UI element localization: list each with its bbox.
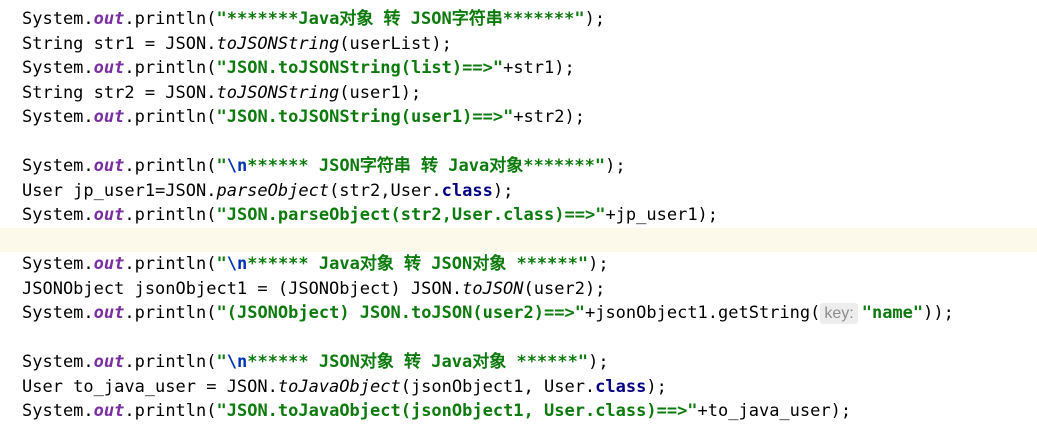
code-token: (user2); [523,278,606,299]
code-line[interactable]: JSONObject jsonObject1 = (JSONObject) JS… [0,277,1037,301]
code-token: .println( [124,352,217,372]
code-token: .println( [124,156,217,176]
string-literal: "JSON.toJavaObject(jsonObject1, User.cla… [216,401,698,421]
code-line[interactable]: System.out.println("\n****** JSON字符串 转 J… [0,154,1037,178]
code-token: .println( [124,9,217,29]
string-literal: ****** Java对象 转 JSON对象 ******" [247,254,589,274]
static-method: toJavaObject [277,376,401,397]
static-field: out [93,254,125,274]
code-token: (str2,User. [329,180,442,201]
code-line[interactable]: System.out.println("JSON.toJSONString(us… [0,105,1037,129]
string-literal: "JSON.parseObject(str2,User.class)==>" [216,205,606,225]
static-field: out [93,58,125,78]
code-token: (userList); [339,33,452,54]
code-token: ); [605,156,626,176]
static-field: out [93,107,125,127]
code-line[interactable]: System.out.println("JSON.parseObject(str… [0,203,1037,227]
blank-line[interactable] [0,227,1037,252]
code-token: ); [646,376,667,397]
code-token: System. [22,401,94,421]
code-token: ); [492,180,514,201]
static-field: out [93,303,125,323]
string-literal: "*******Java对象 转 JSON字符串*******" [216,9,585,29]
string-literal: "JSON.toJSONString(list)==>" [216,58,504,78]
static-field: out [93,352,125,372]
string-literal: " [216,352,227,372]
code-token: .println( [124,58,217,78]
code-token: System. [22,156,94,176]
string-literal: ****** JSON字符串 转 Java对象*******" [247,156,606,176]
code-line[interactable]: User to_java_user = JSON.toJavaObject(js… [0,375,1037,399]
code-token: .println( [124,303,217,323]
code-token: String str2 = JSON. [22,82,217,103]
code-editor[interactable]: System.out.println("*******Java对象 转 JSON… [0,0,1037,426]
code-token: ); [588,352,609,372]
string-literal: " [216,156,227,176]
escape-sequence: \n [226,156,248,176]
code-token: +str2); [513,107,585,127]
escape-sequence: \n [226,352,248,372]
static-method: toJSONString [216,82,340,103]
blank-line[interactable] [0,130,1037,154]
keyword: class [595,376,647,397]
static-method: toJSONString [216,33,340,54]
static-field: out [93,205,125,225]
code-token: +str1); [503,58,575,78]
static-field: out [93,401,125,421]
code-token: )); [923,303,954,323]
escape-sequence: \n [226,254,248,274]
code-token: .println( [124,401,217,421]
code-token: System. [22,352,94,372]
code-token: User to_java_user = JSON. [22,376,278,397]
code-token: User jp_user1=JSON. [22,180,217,201]
keyword: class [441,180,493,201]
code-token: ); [588,254,609,274]
string-literal: "JSON.toJSONString(user1)==>" [216,107,514,127]
static-field: out [93,9,125,29]
code-token: System. [22,303,94,323]
code-token: JSONObject jsonObject1 = (JSONObject) JS… [22,278,463,299]
code-line[interactable]: String str2 = JSON.toJSONString(user1); [0,81,1037,105]
static-method: parseObject [216,180,330,201]
string-literal: ****** JSON对象 转 Java对象 ******" [247,352,589,372]
code-token: System. [22,9,94,29]
code-token: +jsonObject1.getString( [584,303,821,323]
code-line[interactable]: User jp_user1=JSON.parseObject(str2,User… [0,179,1037,203]
static-field: out [93,156,125,176]
code-line[interactable]: System.out.println("JSON.toJavaObject(js… [0,399,1037,423]
code-token: (jsonObject1, User. [400,376,596,397]
parameter-hint: key: [820,303,858,324]
string-literal: "name" [861,303,924,323]
code-token: +to_java_user); [697,401,852,421]
code-token: System. [22,254,94,274]
code-token: .println( [124,205,217,225]
code-line[interactable]: System.out.println("*******Java对象 转 JSON… [0,7,1037,31]
string-literal: "(JSONObject) JSON.toJSON(user2)==>" [216,303,585,323]
code-line[interactable]: System.out.println("\n****** Java对象 转 JS… [0,252,1037,276]
code-token: System. [22,205,94,225]
code-line[interactable]: String str1 = JSON.toJSONString(userList… [0,32,1037,56]
code-line[interactable]: System.out.println("JSON.toJSONString(li… [0,56,1037,80]
code-token: ); [584,9,606,29]
blank-line[interactable] [0,326,1037,350]
code-token: String str1 = JSON. [22,33,217,54]
code-line[interactable]: System.out.println("\n****** JSON对象 转 Ja… [0,350,1037,374]
code-token: +jp_user1); [605,205,719,225]
static-method: toJSON [462,278,524,299]
string-literal: " [216,254,227,274]
code-line[interactable]: System.out.println("(JSONObject) JSON.to… [0,301,1037,325]
code-token: System. [22,107,94,127]
code-token: .println( [124,254,217,274]
code-token: System. [22,58,94,78]
code-token: (user1); [339,82,422,103]
code-token: .println( [124,107,217,127]
